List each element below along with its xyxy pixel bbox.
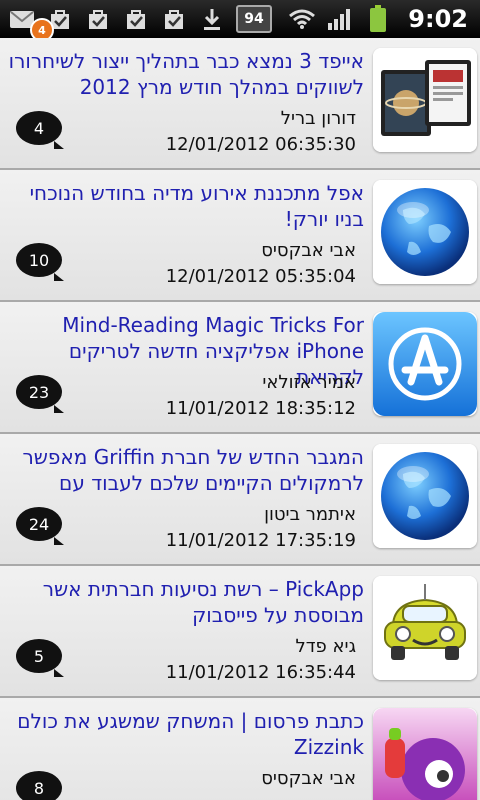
status-bar: 4 94 9:02: [0, 0, 480, 42]
article-author: אמיר אזולאי: [262, 372, 356, 393]
article-author: דורון בריל: [280, 108, 356, 129]
list-item[interactable]: PickApp – רשת נסיעות חברתית אשר מבוססת ע…: [0, 566, 480, 698]
app-store-icon: [373, 312, 477, 416]
comment-count-bubble[interactable]: 23: [16, 375, 64, 413]
battery-percent-indicator: 94: [236, 5, 272, 33]
market-bag-check-icon: [84, 5, 112, 33]
article-date: 11/01/2012 17:35:19: [165, 530, 356, 551]
signal-strength-icon: [326, 5, 354, 33]
battery-icon: [364, 5, 392, 33]
article-author: אבי אבקסיס: [261, 768, 356, 789]
game-icon: [373, 708, 477, 800]
comment-count-bubble[interactable]: 5: [16, 639, 64, 677]
article-author: איתמר ביטון: [264, 504, 356, 525]
globe-icon: [373, 444, 477, 548]
article-title[interactable]: PickApp – רשת נסיעות חברתית אשר מבוססת ע…: [4, 576, 364, 628]
market-bag-check-icon: [160, 5, 188, 33]
article-date: 11/01/2012 18:35:12: [165, 398, 356, 419]
download-icon: [198, 5, 226, 33]
article-title[interactable]: אפל מתכננת אירוע מדיה בחודש הנוכחי בניו …: [4, 180, 364, 232]
notification-icons[interactable]: 4 94: [8, 4, 272, 42]
globe-icon: [373, 180, 477, 284]
article-title[interactable]: המגבר החדש של חברת Griffin מאפשר לרמקולי…: [4, 444, 364, 496]
gmail-icon: 4: [8, 5, 54, 42]
comment-count-bubble[interactable]: 4: [16, 111, 64, 149]
article-date: 11/01/2012 16:35:44: [165, 662, 356, 683]
article-author: גיא פדל: [295, 636, 357, 657]
market-bag-check-icon: [122, 5, 150, 33]
comment-count-bubble[interactable]: 8: [16, 771, 62, 800]
article-date: 12/01/2012 05:35:04: [165, 266, 356, 287]
article-title[interactable]: כתבת פרסום | המשחק שמשגע את כולם Zizzink: [4, 708, 364, 760]
article-title[interactable]: אייפד 3 נמצא כבר בתהליך ייצור לשיחרורו ל…: [4, 48, 364, 100]
car-icon: [373, 576, 477, 680]
comment-count-bubble[interactable]: 24: [16, 507, 64, 545]
list-item[interactable]: כתבת פרסום | המשחק שמשגע את כולם Zizzink…: [0, 698, 480, 800]
clock: 9:02: [408, 5, 468, 33]
list-item[interactable]: Mind-Reading Magic Tricks For iPhone אפל…: [0, 302, 480, 434]
list-item[interactable]: אפל מתכננת אירוע מדיה בחודש הנוכחי בניו …: [0, 170, 480, 302]
comment-count-bubble[interactable]: 10: [16, 243, 64, 281]
article-author: אבי אבקסיס: [261, 240, 356, 261]
article-date: 12/01/2012 06:35:30: [165, 134, 356, 155]
ipad-icon: [373, 48, 477, 152]
list-item[interactable]: המגבר החדש של חברת Griffin מאפשר לרמקולי…: [0, 434, 480, 566]
article-list[interactable]: אייפד 3 נמצא כבר בתהליך ייצור לשיחרורו ל…: [0, 38, 480, 800]
wifi-icon: [288, 5, 316, 33]
list-item[interactable]: אייפד 3 נמצא כבר בתהליך ייצור לשיחרורו ל…: [0, 38, 480, 170]
